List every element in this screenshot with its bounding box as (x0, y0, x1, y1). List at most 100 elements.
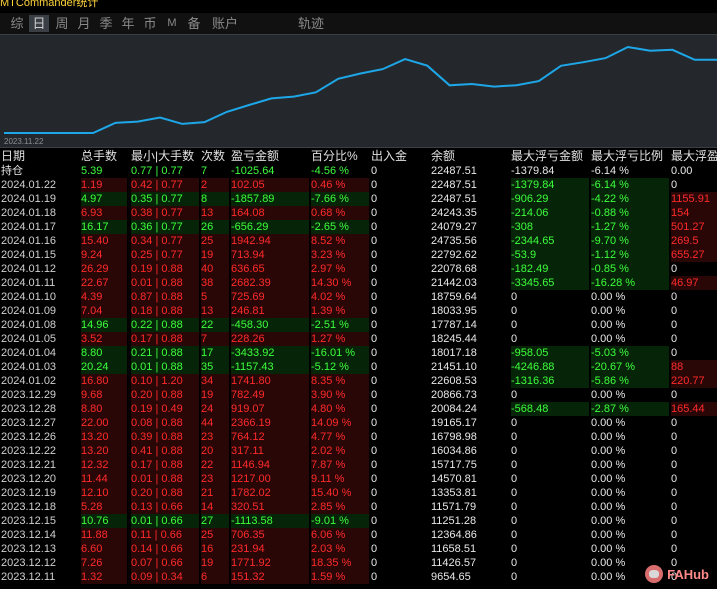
table-cell: 22.00 (81, 416, 127, 430)
table-row[interactable]: 2023.12.11 1.32 0.09 | 0.34 6 151.32 1.59 % 0 9… (0, 570, 717, 584)
table-row[interactable]: 2024.01.17 16.17 0.36 | 0.77 26 -656.29 -2.65… (0, 220, 717, 234)
table-cell: 0 (371, 361, 378, 373)
table-cell: 1217.00 (231, 472, 309, 486)
table-cell: 16034.86 (431, 445, 477, 457)
table-cell: 16798.98 (431, 431, 477, 443)
column-header[interactable]: 最大浮亏比例 (591, 148, 669, 164)
table-cell: 13 (201, 304, 229, 318)
table-cell: 0.21 | 0.88 (131, 346, 199, 360)
table-row[interactable]: 2024.01.04 8.80 0.21 | 0.88 17 -3433.92 -16.0… (0, 346, 717, 360)
tab-daily[interactable]: 日 (29, 15, 49, 32)
table-row[interactable]: 2024.01.03 20.24 0.01 | 0.88 35 -1157.43 -5.1… (0, 360, 717, 374)
table-row[interactable]: 2024.01.09 7.04 0.18 | 0.88 13 246.81 1.39 % 0… (0, 304, 717, 318)
table-cell: 3.52 (81, 332, 127, 346)
column-header[interactable]: 最大浮亏金额 (511, 148, 589, 164)
table-row[interactable]: 2023.12.21 12.32 0.17 | 0.88 22 1146.94 7.87 … (0, 458, 717, 472)
table-cell: 40 (201, 262, 229, 276)
table-row[interactable]: 2024.01.12 26.29 0.19 | 0.88 40 636.65 2.97 %… (0, 262, 717, 276)
table-cell: 13353.81 (431, 487, 477, 499)
table-cell: 0.01 | 0.88 (131, 276, 199, 290)
table-cell: 12.10 (81, 486, 127, 500)
table-row[interactable]: 2023.12.14 11.88 0.11 | 0.66 25 706.35 6.06 %… (0, 528, 717, 542)
table-row[interactable]: 2023.12.19 12.10 0.20 | 0.88 21 1782.02 15.40… (0, 486, 717, 500)
table-cell: 22.67 (81, 276, 127, 290)
column-header[interactable]: 次数 (201, 148, 229, 164)
table-cell: -9.01 % (311, 514, 369, 528)
table-cell: 22078.68 (431, 263, 477, 275)
table-cell: 26.29 (81, 262, 127, 276)
table-row[interactable]: 2023.12.20 11.44 0.01 | 0.88 23 1217.00 9.11 … (0, 472, 717, 486)
column-header[interactable]: 最大浮盈 (671, 148, 717, 164)
table-cell: 0.20 | 0.88 (131, 486, 199, 500)
tab-weekly[interactable]: 周 (51, 15, 73, 32)
table-cell: 0.07 | 0.66 (131, 556, 199, 570)
table-cell: 0.38 | 0.77 (131, 206, 199, 220)
table-row[interactable]: 2023.12.26 13.20 0.39 | 0.88 23 764.12 4.77 %… (0, 430, 717, 444)
table-row[interactable]: 2024.01.05 3.52 0.17 | 0.88 7 228.26 1.27 % 0 1… (0, 332, 717, 346)
row-date: 2024.01.18 (1, 207, 57, 219)
table-cell: 8.80 (81, 346, 127, 360)
table-cell: -1857.89 (231, 192, 309, 206)
table-cell: 20866.73 (431, 389, 477, 401)
tab-yearly[interactable]: 年 (117, 15, 139, 32)
table-cell: 7 (201, 165, 208, 177)
table-row[interactable]: 2024.01.11 22.67 0.01 | 0.88 38 2682.39 14.30… (0, 276, 717, 290)
table-row[interactable]: 2023.12.15 10.76 0.01 | 0.66 27 -1113.58 -9.0… (0, 514, 717, 528)
table-row[interactable]: 2024.01.15 9.24 0.25 | 0.77 19 713.94 3.23 % 0… (0, 248, 717, 262)
table-cell: 0 (511, 487, 518, 499)
table-row[interactable]: 2024.01.19 4.97 0.35 | 0.77 8 -1857.89 -7.66 … (0, 192, 717, 206)
tab-m[interactable]: M (161, 15, 183, 32)
table-row[interactable]: 2023.12.13 6.60 0.14 | 0.66 16 231.94 2.03 % 0… (0, 542, 717, 556)
table-cell: -182.49 (511, 262, 589, 276)
column-header[interactable]: 最小|大手数 (131, 148, 199, 164)
tab-overview[interactable]: 综 (6, 15, 28, 32)
table-cell: 0 (371, 543, 378, 555)
table-row[interactable]: 2023.12.29 9.68 0.20 | 0.88 19 782.49 3.90 % 0… (0, 388, 717, 402)
column-header[interactable]: 总手数 (81, 148, 127, 164)
table-cell: 151.32 (231, 570, 309, 584)
column-header[interactable]: 百分比% (311, 148, 369, 164)
holding-row[interactable]: 持仓 5.39 0.77 | 0.77 7 -1025.64 -4.56 % 0 22487.… (0, 164, 717, 178)
table-cell: 0.00 (671, 165, 693, 177)
table-row[interactable]: 2024.01.22 1.19 0.42 | 0.77 2 102.05 0.46 % 0 2… (0, 178, 717, 192)
table-row[interactable]: 2024.01.02 16.80 0.10 | 1.20 34 1741.80 8.35 … (0, 374, 717, 388)
table-row[interactable]: 2023.12.22 13.20 0.41 | 0.88 20 317.11 2.02 %… (0, 444, 717, 458)
table-row[interactable]: 2023.12.12 7.26 0.07 | 0.66 19 1771.92 18.35 … (0, 556, 717, 570)
table-row[interactable]: 2024.01.10 4.39 0.87 | 0.88 5 725.69 4.02 % 0 1… (0, 290, 717, 304)
column-header[interactable]: 余额 (431, 148, 509, 164)
tab-currency[interactable]: 币 (139, 15, 161, 32)
tab-backup[interactable]: 备 (183, 15, 205, 32)
table-cell: 0 (371, 165, 378, 177)
table-row[interactable]: 2024.01.18 6.93 0.38 | 0.77 13 164.08 0.68 % 0… (0, 206, 717, 220)
table-cell: 88 (671, 360, 717, 374)
column-header[interactable]: 盈亏金额 (231, 148, 309, 164)
table-row[interactable]: 2024.01.08 14.96 0.22 | 0.88 22 -458.30 -2.51… (0, 318, 717, 332)
column-header[interactable]: 出入金 (371, 148, 429, 164)
table-cell: -53.9 (511, 248, 589, 262)
tab-monthly[interactable]: 月 (73, 15, 95, 32)
table-cell: 2.85 % (311, 500, 369, 514)
table-cell: 13.20 (81, 444, 127, 458)
table-row[interactable]: 2023.12.27 22.00 0.08 | 0.88 44 2366.19 14.09… (0, 416, 717, 430)
table-row[interactable]: 2023.12.18 5.28 0.13 | 0.66 14 320.51 2.85 % 0… (0, 500, 717, 514)
table-cell: 1782.02 (231, 486, 309, 500)
table-cell: 0.00 % (591, 515, 626, 527)
table-cell: 11.88 (81, 528, 127, 542)
table-cell: 0 (671, 389, 678, 401)
table-cell: -214.06 (511, 206, 589, 220)
table-row[interactable]: 2024.01.16 15.40 0.34 | 0.77 25 1942.94 8.52 … (0, 234, 717, 248)
table-row[interactable]: 2023.12.28 8.80 0.19 | 0.49 24 919.07 4.80 % 0… (0, 402, 717, 416)
tab-trajectory[interactable]: 轨迹 (294, 15, 328, 32)
table-cell: 0.00 % (591, 319, 626, 331)
table-cell: -16.28 % (591, 276, 669, 290)
column-header[interactable]: 日期 (1, 148, 79, 164)
table-cell: -2344.65 (511, 234, 589, 248)
table-cell: 0 (671, 501, 678, 513)
table-cell: 317.11 (231, 444, 309, 458)
table-cell: -1025.64 (231, 165, 275, 177)
table-cell: 0 (371, 417, 378, 429)
table-cell: 9.68 (81, 388, 127, 402)
tab-account[interactable]: 账户 (208, 15, 242, 32)
tab-quarterly[interactable]: 季 (95, 15, 117, 32)
table-cell: 19165.17 (431, 417, 477, 429)
